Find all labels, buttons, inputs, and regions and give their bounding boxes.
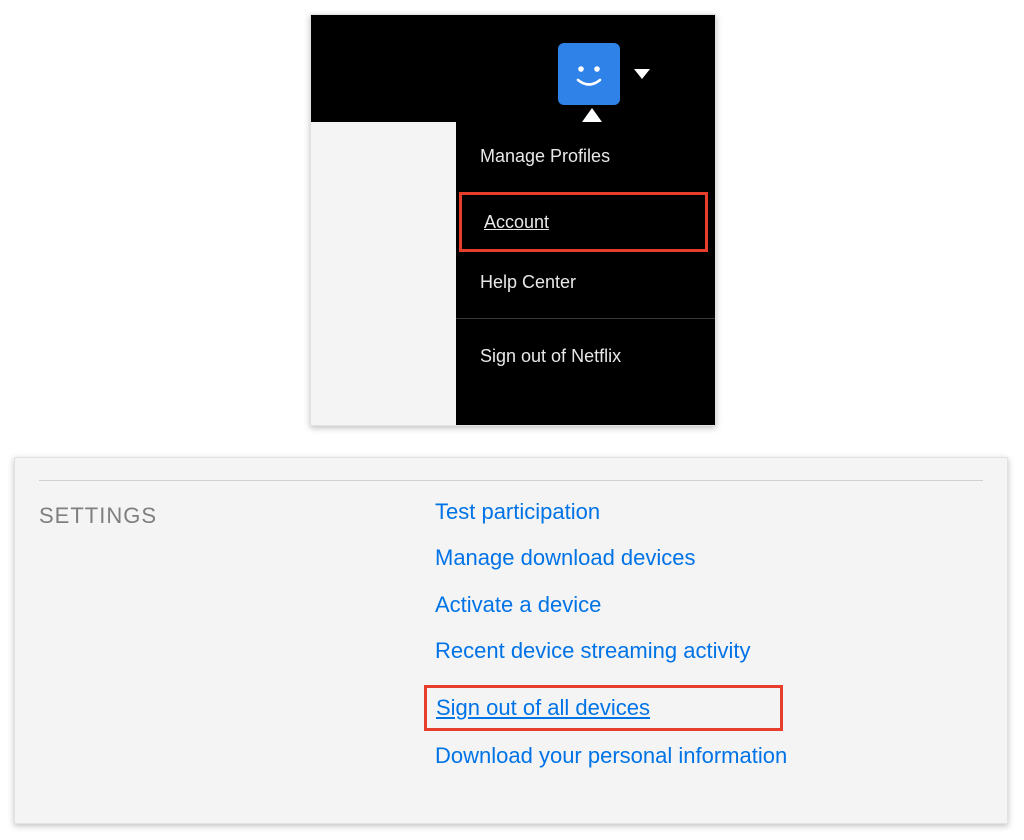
link-sign-out-all[interactable]: Sign out of all devices (436, 695, 650, 721)
settings-links-column: Test participation Manage download devic… (435, 499, 983, 789)
link-test-participation[interactable]: Test participation (435, 499, 600, 525)
caret-down-icon[interactable] (634, 69, 650, 79)
menu-item-manage-profiles[interactable]: Manage Profiles (480, 146, 610, 167)
caret-up-icon (582, 108, 602, 122)
menu-item-help-center[interactable]: Help Center (480, 272, 576, 293)
menu-divider (456, 318, 715, 319)
avatar-smile-icon (568, 53, 610, 95)
settings-top-rule (39, 480, 983, 481)
sign-out-all-highlight: Sign out of all devices (424, 685, 783, 731)
profile-dropdown-menu: Manage Profiles Account Help Center Sign… (456, 122, 715, 425)
link-manage-download-devices[interactable]: Manage download devices (435, 545, 696, 571)
menu-item-account-label: Account (484, 212, 549, 233)
dropdown-side-space (311, 122, 456, 425)
settings-heading: SETTINGS (39, 503, 435, 529)
menu-item-account-highlight[interactable]: Account (459, 192, 708, 252)
link-recent-activity[interactable]: Recent device streaming activity (435, 638, 750, 664)
link-activate-device[interactable]: Activate a device (435, 592, 601, 618)
profile-dropdown-card: Manage Profiles Account Help Center Sign… (310, 14, 716, 426)
profile-avatar[interactable] (558, 43, 620, 105)
settings-card: SETTINGS Test participation Manage downl… (14, 457, 1008, 824)
menu-item-sign-out[interactable]: Sign out of Netflix (480, 346, 621, 367)
link-download-personal-info[interactable]: Download your personal information (435, 743, 787, 769)
header-bar (311, 15, 715, 122)
